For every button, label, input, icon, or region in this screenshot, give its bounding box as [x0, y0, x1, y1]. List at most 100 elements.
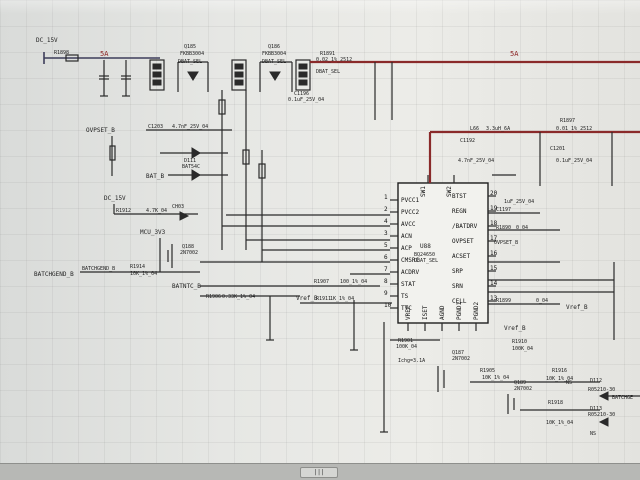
ic-ref: U88: [420, 243, 431, 250]
ic-pin-name: ACDRV: [401, 269, 419, 276]
pad-3c: [298, 79, 308, 86]
label-r1906: R1906: [206, 294, 221, 300]
ic-pin-num: 3: [384, 230, 388, 237]
label-r1912-val: 4.7K_04: [146, 208, 167, 214]
label-dbatsel-1: DBAT_SEL: [178, 59, 202, 65]
mosfet-q185-body: [187, 71, 199, 81]
label-q185-part: FKBB3004: [180, 51, 204, 57]
ic-pin-name: PVCC1: [401, 197, 419, 204]
ic-pin-name: OVPSET: [452, 238, 474, 245]
pad-3a: [298, 63, 308, 70]
label-r1910-val: 100K_04: [512, 346, 533, 352]
diode-ch03: [179, 211, 190, 221]
label-5a-right: 5A: [510, 50, 519, 58]
net-mcu3v3: MCU_3V3: [140, 229, 166, 236]
ic-pin-num: 2: [384, 206, 388, 213]
label-c1197-val: 1uF_25V_04: [504, 199, 534, 205]
ic-pin-num: 20: [490, 190, 498, 197]
ic-pin-num: 14: [490, 280, 498, 287]
ic-pin-name: ISET: [422, 305, 429, 320]
ic-pin-name: /BATDRV: [452, 223, 478, 230]
label-q188-part: 2N7002: [180, 250, 198, 256]
ic-pin-num: 5: [384, 242, 388, 249]
label-5a-left: 5A: [100, 50, 109, 58]
label-r1918-val: 10K_1%_04: [546, 420, 573, 426]
ic-pin-name: AVCC: [401, 221, 416, 228]
label-q186: Q186: [268, 44, 280, 50]
label-c1201: C1201: [550, 146, 565, 152]
resistor-column: [218, 90, 266, 262]
label-r1914-val: 10K_1%_04: [130, 271, 157, 277]
label-ovpset-b-pin: OVPSET_B: [494, 240, 518, 246]
ic-pin-num: 9: [384, 290, 388, 297]
scrollbar-thumb[interactable]: |||: [300, 467, 338, 478]
ic-pin-name: SRP: [452, 268, 463, 275]
label-r1911-val: 1K_1%_04: [330, 296, 354, 302]
ic-pin-name: AGND: [439, 305, 446, 320]
net-dc15v-mid: DC_15V: [104, 195, 126, 202]
schematic-drawing: DC_15V R1898 5A Q185 FKBB3004 DBAT_SEL Q…: [34, 37, 640, 437]
pad-1c: [152, 79, 162, 86]
label-c1196-val: 0.1uF_25V_04: [288, 97, 324, 103]
mosfet-q187: [437, 366, 445, 392]
ic-pin-name: PGND1: [456, 302, 463, 320]
label-r1918: R1918: [548, 400, 563, 406]
ic-left-wiring: [200, 214, 390, 275]
label-c1192: C1192: [460, 138, 475, 144]
pad-2a: [234, 63, 244, 70]
ic-pin-name: ACN: [401, 233, 412, 240]
ic-pin-num: 8: [384, 278, 388, 285]
net-ovpset-b: OVPSET_B: [86, 127, 115, 134]
ic-pin-name: ACSET: [452, 253, 470, 260]
ic-pin-name: BTST: [452, 193, 467, 200]
label-ch03: CH03: [172, 204, 184, 210]
label-l66-val: 3.3uH_6A: [486, 126, 510, 132]
label-batchgend-2: BATCHGEND_B: [82, 266, 115, 272]
ic-pin-num: 1: [384, 194, 388, 201]
label-l66: L66: [470, 126, 479, 132]
pad-3b: [298, 71, 308, 78]
label-d112: D112: [590, 378, 602, 384]
label-q186-part: FKBB3004: [262, 51, 286, 57]
cap-column-left: [99, 60, 131, 97]
ic-pin-name: SRN: [452, 283, 463, 290]
ic-pin-name: SW2: [446, 186, 453, 197]
label-r1901-val: 100K_04: [396, 344, 417, 350]
ic-part2: DBAT_SEL: [414, 258, 438, 264]
label-r1891-val: 0.02_1%_2512: [316, 57, 352, 63]
diode-d113: [598, 417, 609, 427]
label-r1911: R1911: [316, 296, 331, 302]
ic-pin-num: 15: [490, 265, 498, 272]
schematic-canvas: DC_15V R1898 5A Q185 FKBB3004 DBAT_SEL Q…: [0, 0, 640, 480]
label-r1899-val: 0_04: [536, 298, 548, 304]
label-dbatsel-2: DBAT_SEL: [262, 59, 286, 65]
ic-pin-name: TS: [401, 293, 409, 300]
net-batchgend-b: BATCHGEND_B: [34, 271, 74, 278]
net-vref-b-1: Vref_B: [296, 295, 318, 302]
mosfet-q188: [167, 244, 173, 268]
label-r1916: R1916: [552, 368, 567, 374]
label-r1914: R1914: [130, 264, 145, 270]
pad-1a: [152, 63, 162, 70]
label-r1899: R1899: [496, 298, 511, 304]
label-r1907-val: 100_1%_04: [340, 279, 367, 285]
mosfet-q186-body: [269, 71, 281, 81]
label-dbatsel-3: DBAT_SEL: [316, 69, 340, 75]
label-d113-part: R05210-30: [588, 412, 615, 418]
label-q185: Q185: [184, 44, 196, 50]
label-r1897: R1897: [560, 118, 575, 124]
net-vref-b-2: Vref_B: [566, 304, 588, 311]
ic-pin-num: 4: [384, 218, 388, 225]
label-r1905: R1905: [480, 368, 495, 374]
label-q187-part: 2N7002: [452, 356, 470, 362]
label-c1203-val: 4.7nF_25V_04: [172, 124, 208, 130]
label-r1905-val: 10K_1%_04: [482, 375, 509, 381]
label-d112-part: R05210-30: [588, 387, 615, 393]
ic-pin-num: 10: [384, 302, 392, 309]
label-r1910: R1910: [512, 339, 527, 345]
horizontal-scrollbar[interactable]: |||: [0, 463, 640, 480]
label-d111-part: BAT54C: [182, 164, 200, 170]
diode-d112: [598, 391, 609, 401]
pad-2c: [234, 79, 244, 86]
label-r1897-val: 0.01_1%_2512: [556, 126, 592, 132]
